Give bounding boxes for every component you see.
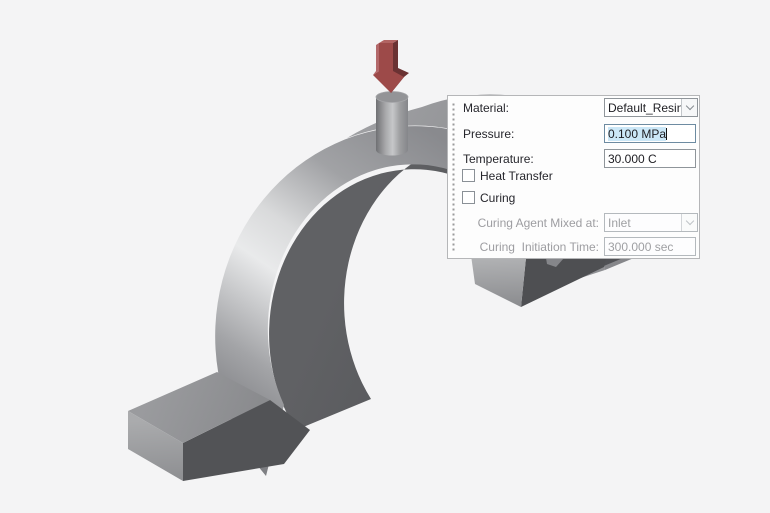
inlet-cylinder: [376, 92, 408, 156]
text-caret: [666, 128, 667, 140]
curing-agent-value: Inlet: [605, 216, 681, 230]
curing-time-label: Curing Initiation Time:: [458, 240, 599, 254]
curing-time-input: 300.000 sec: [604, 237, 696, 256]
heat-transfer-checkbox[interactable]: [462, 169, 475, 182]
injection-arrow-icon: [373, 40, 409, 93]
boundary-condition-panel: Material: Default_Resin Pressure: 0.100 …: [447, 95, 700, 259]
curing-agent-select: Inlet: [604, 213, 698, 232]
material-select[interactable]: Default_Resin: [604, 98, 698, 117]
curing-label: Curing: [480, 191, 515, 205]
chevron-down-icon: [685, 102, 693, 110]
pressure-value: 0.100 MPa: [608, 127, 666, 141]
heat-transfer-label: Heat Transfer: [480, 169, 553, 183]
panel-grip-icon[interactable]: [452, 102, 455, 252]
temperature-input[interactable]: 30.000 C: [604, 149, 696, 168]
material-dropdown-button[interactable]: [681, 99, 697, 116]
material-label: Material:: [463, 101, 509, 115]
curing-agent-dropdown-button: [681, 214, 697, 231]
curing-agent-label: Curing Agent Mixed at:: [458, 216, 599, 230]
pressure-label: Pressure:: [463, 127, 514, 141]
chevron-down-icon: [685, 217, 693, 225]
temperature-value: 30.000 C: [608, 152, 657, 166]
temperature-label: Temperature:: [463, 152, 534, 166]
material-value: Default_Resin: [605, 101, 681, 115]
curing-time-value: 300.000 sec: [608, 240, 673, 254]
pressure-input[interactable]: 0.100 MPa: [604, 124, 696, 143]
curing-checkbox[interactable]: [462, 191, 475, 204]
